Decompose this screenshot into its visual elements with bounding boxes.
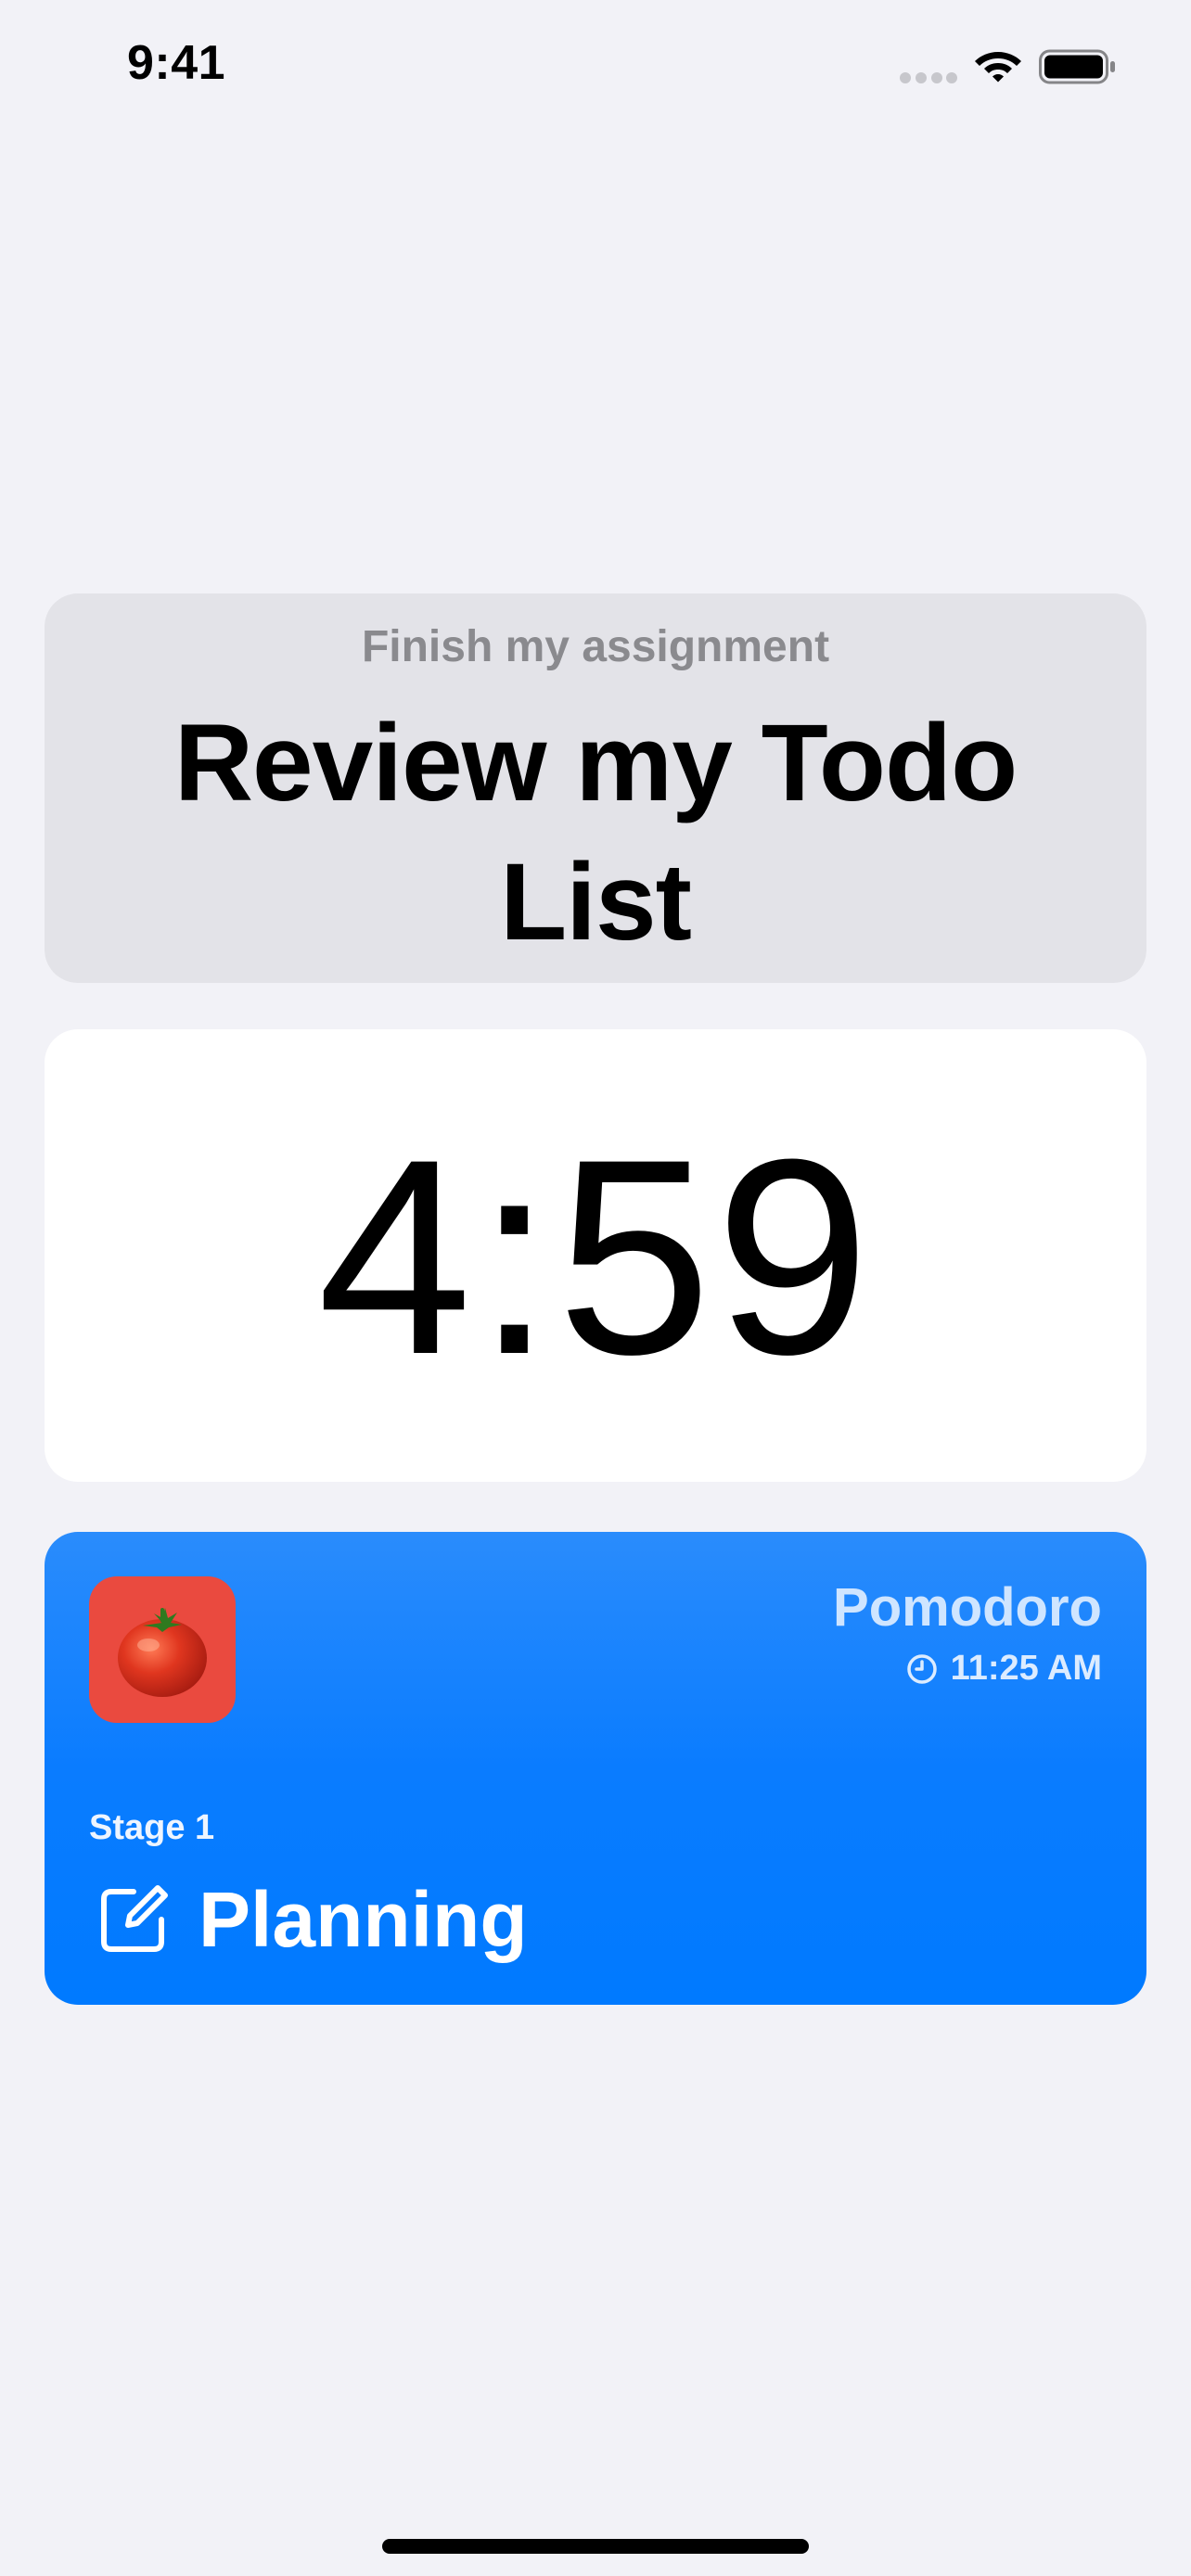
tomato-icon [118,1608,207,1697]
stage-row: Planning [96,1873,528,1966]
pomodoro-time-row: 11:25 AM [906,1649,1102,1689]
stage-label: Stage 1 [89,1808,215,1847]
home-indicator[interactable] [382,2539,809,2554]
task-title: Review my Todo List [173,702,1018,963]
app-icon-tile [89,1576,236,1723]
wifi-icon [975,52,1021,83]
cellular-signal-icon [900,72,957,83]
pomodoro-time: 11:25 AM [950,1649,1102,1688]
timer-card: 4:59 [45,1029,1146,1482]
status-bar: 9:41 [0,0,1191,130]
stage-name: Planning [198,1876,528,1963]
timer-display: 4:59 [317,1101,874,1412]
task-subtitle: Finish my assignment [361,622,830,671]
status-time: 9:41 [127,36,226,90]
task-card: Finish my assignment Review my Todo List [45,593,1146,983]
pomodoro-activity-card[interactable]: Pomodoro 11:25 AM Stage 1 Planning [45,1532,1146,2005]
battery-icon [1039,49,1115,84]
pomodoro-app-name: Pomodoro [833,1577,1102,1638]
clock-icon [906,1653,937,1684]
edit-icon [101,1885,168,1952]
